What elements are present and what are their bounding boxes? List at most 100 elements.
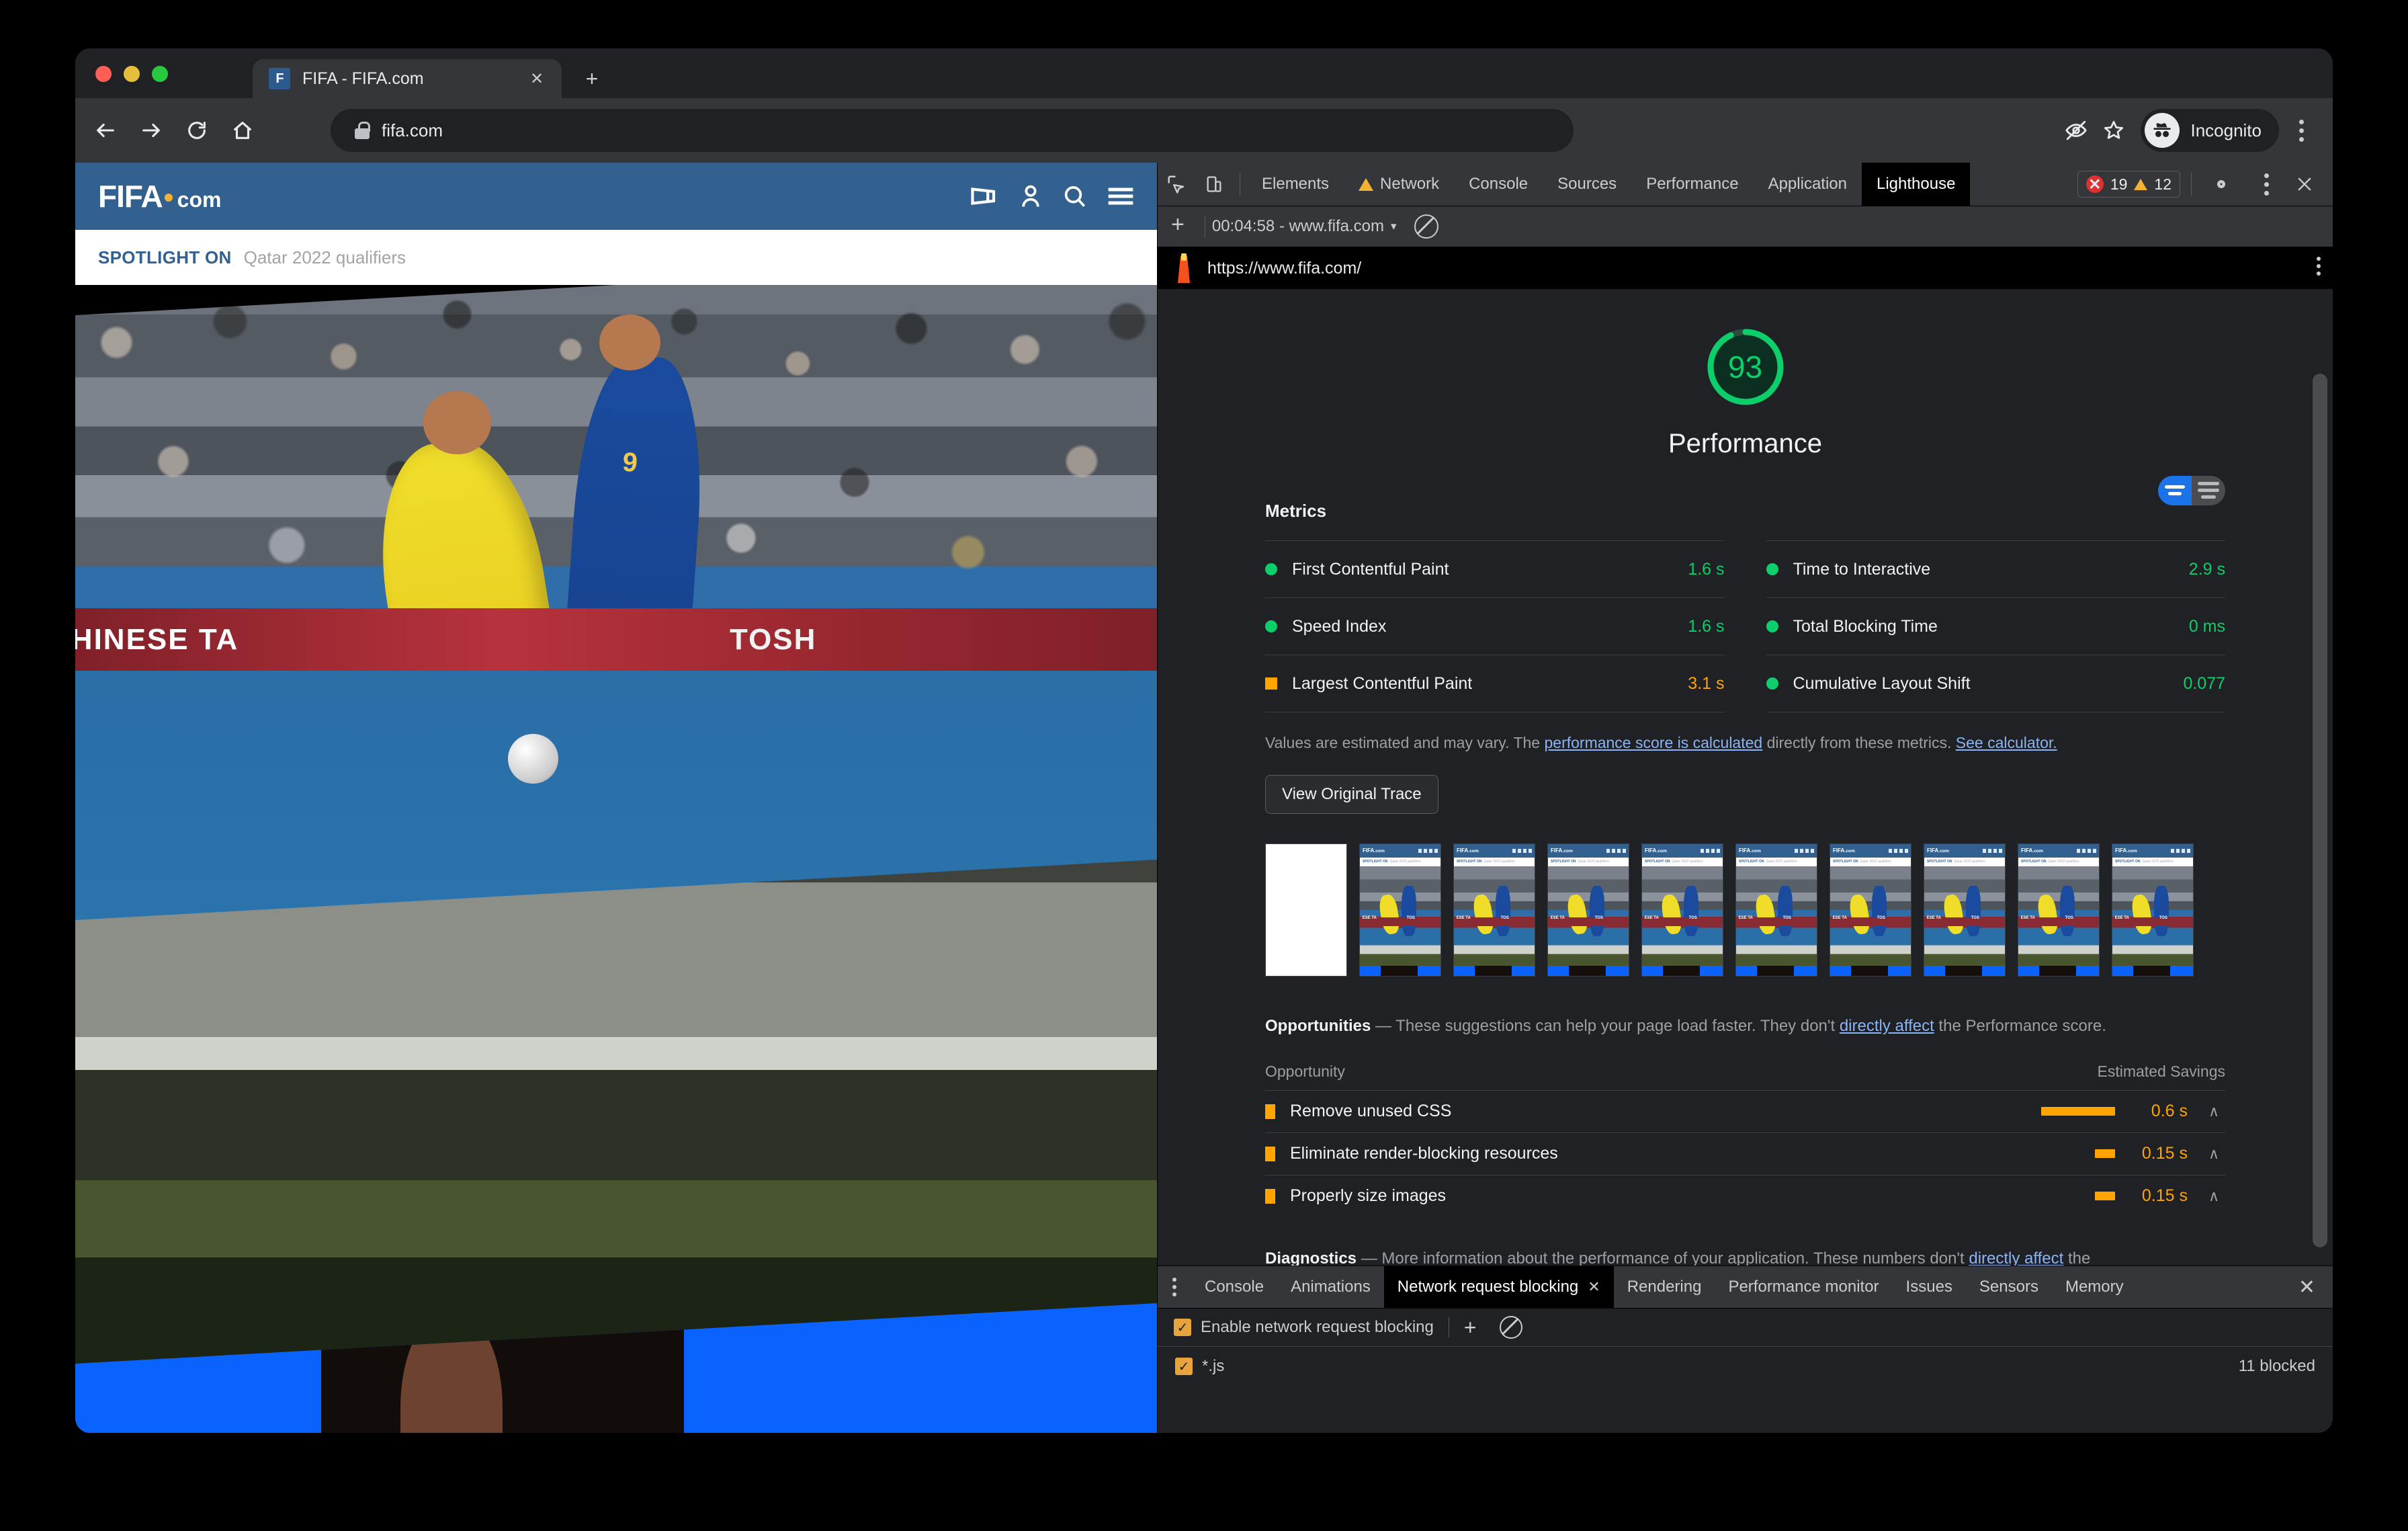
drawer-tab-animations[interactable]: Animations	[1277, 1266, 1384, 1308]
devtools-toolbar-right: ✕ 19 12	[2077, 163, 2323, 206]
close-icon[interactable]	[2286, 165, 2323, 203]
kebab-menu-icon[interactable]	[2251, 165, 2282, 203]
metric-row[interactable]: Time to Interactive 2.9 s	[1766, 540, 2225, 597]
drawer-tab-performance-monitor-label: Performance monitor	[1728, 1278, 1879, 1296]
inspect-element-icon[interactable]	[1158, 165, 1195, 203]
omnibox[interactable]: fifa.com	[331, 109, 1574, 152]
plus-icon[interactable]: +	[1464, 1317, 1477, 1338]
chevron-down-icon[interactable]: ∧	[2202, 1188, 2225, 1205]
window-controls	[95, 66, 168, 82]
kebab-menu-icon[interactable]	[2317, 257, 2321, 276]
browser-tab[interactable]: F FIFA - FIFA.com ✕	[253, 59, 562, 98]
savings-bar	[2095, 1192, 2115, 1200]
tab-elements[interactable]: Elements	[1247, 163, 1344, 206]
view-original-trace-button[interactable]: View Original Trace	[1265, 774, 1438, 814]
opportunity-row[interactable]: Properly size images 0.15 s ∧	[1265, 1174, 2225, 1217]
drawer-tab-issues-label: Issues	[1905, 1278, 1952, 1296]
score-calculation-link[interactable]: performance score is calculated	[1544, 734, 1762, 751]
report-scrollbar[interactable]	[2313, 374, 2327, 1247]
close-icon[interactable]: ✕	[1588, 1278, 1600, 1296]
hamburger-icon[interactable]	[1107, 185, 1134, 207]
close-icon[interactable]: ✕	[2298, 1276, 2315, 1299]
blocked-pattern-row[interactable]: ✓ *.js 11 blocked	[1158, 1347, 2333, 1386]
arrow-back-icon[interactable]	[90, 115, 121, 146]
eye-off-icon[interactable]	[2057, 112, 2095, 149]
enable-blocking-checkbox[interactable]: ✓	[1174, 1319, 1191, 1336]
metric-value: 2.9 s	[2188, 559, 2225, 579]
opportunity-row[interactable]: Remove unused CSS 0.6 s ∧	[1265, 1089, 2225, 1132]
metric-value: 0 ms	[2188, 616, 2225, 636]
pattern-checkbox[interactable]: ✓	[1175, 1358, 1193, 1375]
drawer-tab-rendering[interactable]: Rendering	[1614, 1266, 1715, 1308]
chevron-down-icon[interactable]: ∧	[2202, 1145, 2225, 1163]
directly-affect-link[interactable]: directly affect	[1840, 1017, 1934, 1035]
metric-row[interactable]: Speed Index 1.6 s	[1265, 597, 1725, 655]
drawer-tab-issues[interactable]: Issues	[1893, 1266, 1966, 1308]
frame-logo: FIFA.com	[1739, 847, 1761, 854]
see-calculator-link[interactable]: See calculator.	[1956, 734, 2057, 751]
frame-logo: FIFA.com	[2021, 847, 2043, 854]
browser-window: F FIFA - FIFA.com ✕ + fifa.com Incognito…	[75, 48, 2333, 1433]
metric-row[interactable]: First Contentful Paint 1.6 s	[1265, 540, 1725, 597]
drawer-tab-performance-monitor[interactable]: Performance monitor	[1715, 1266, 1892, 1308]
drawer-tab-console[interactable]: Console	[1191, 1266, 1277, 1308]
issues-badge[interactable]: ✕ 19 12	[2077, 171, 2180, 198]
tab-performance[interactable]: Performance	[1631, 163, 1753, 206]
metric-name: Total Blocking Time	[1793, 616, 1938, 636]
report-selector[interactable]: 00:04:58 - www.fifa.com ▾	[1212, 217, 1397, 236]
performance-score-gauge: 93	[1704, 325, 1787, 409]
directly-affect-link[interactable]: directly affect	[1969, 1249, 2063, 1266]
spotlight-text[interactable]: Qatar 2022 qualifiers	[244, 247, 406, 268]
gear-icon[interactable]	[2202, 165, 2240, 203]
metrics-view-toggle[interactable]	[2158, 475, 2225, 505]
filmstrip-frame: FIFA.com SPOTLIGHT ON Qatar 2022 qualifier…	[1735, 843, 1817, 977]
arrow-forward-icon[interactable]	[136, 115, 167, 146]
content-area: FIFA • com SPOTLIGHT ON Qatar 2022 quali…	[75, 163, 2333, 1433]
frame-header: FIFA.com	[2112, 843, 2193, 858]
kebab-menu-icon[interactable]	[1158, 1278, 1191, 1296]
metric-value: 0.077	[2183, 673, 2225, 693]
spotlight-label: SPOTLIGHT ON	[98, 247, 232, 267]
minimize-window-button[interactable]	[124, 66, 140, 82]
report-selector-label: 00:04:58 - www.fifa.com	[1211, 217, 1384, 235]
close-window-button[interactable]	[95, 66, 112, 82]
plus-icon[interactable]: +	[1158, 213, 1198, 240]
metric-row[interactable]: Largest Contentful Paint 3.1 s	[1265, 655, 1725, 712]
metric-row[interactable]: Total Blocking Time 0 ms	[1766, 597, 2225, 655]
plus-icon[interactable]: +	[580, 67, 603, 90]
kebab-menu-icon[interactable]	[2286, 112, 2317, 149]
maximize-window-button[interactable]	[152, 66, 168, 82]
spotlight-bar: SPOTLIGHT ON Qatar 2022 qualifiers	[75, 230, 1157, 285]
tab-console[interactable]: Console	[1454, 163, 1543, 206]
incognito-hat-icon	[2145, 113, 2180, 148]
tab-network[interactable]: Network	[1344, 163, 1454, 206]
frame-header: FIFA.com	[2018, 843, 2099, 858]
close-icon[interactable]: ✕	[527, 69, 547, 89]
opportunity-row[interactable]: Eliminate render-blocking resources 0.15…	[1265, 1132, 2225, 1175]
search-icon[interactable]	[1063, 185, 1086, 208]
tab-sources[interactable]: Sources	[1543, 163, 1631, 206]
tab-lighthouse[interactable]: Lighthouse	[1862, 163, 1971, 206]
bar-view-icon[interactable]	[2158, 475, 2192, 505]
list-view-icon[interactable]	[2192, 475, 2225, 505]
fifa-logo[interactable]: FIFA • com	[98, 178, 221, 214]
reload-icon[interactable]	[181, 115, 212, 146]
errors-count: 19	[2110, 175, 2128, 193]
blocked-count: 11 blocked	[2238, 1357, 2315, 1375]
metric-row[interactable]: Cumulative Layout Shift 0.077	[1766, 655, 2225, 712]
incognito-indicator[interactable]: Incognito	[2141, 109, 2279, 152]
ticket-icon[interactable]	[970, 185, 998, 207]
no-entry-icon[interactable]	[1414, 214, 1438, 239]
drawer-tab-memory[interactable]: Memory	[2052, 1266, 2137, 1308]
drawer-tab-sensors[interactable]: Sensors	[1966, 1266, 2052, 1308]
star-icon[interactable]	[2095, 112, 2133, 149]
status-square-average	[1265, 1146, 1275, 1161]
no-entry-icon[interactable]	[1499, 1316, 1522, 1339]
user-icon[interactable]	[1020, 185, 1041, 208]
device-toolbar-icon[interactable]	[1195, 165, 1233, 203]
chevron-down-icon[interactable]: ∧	[2202, 1103, 2225, 1120]
status-dot-pass	[1766, 620, 1778, 632]
drawer-tab-network-request-blocking[interactable]: Network request blocking ✕	[1383, 1266, 1614, 1308]
home-icon[interactable]	[227, 115, 258, 146]
tab-application[interactable]: Application	[1754, 163, 1862, 206]
